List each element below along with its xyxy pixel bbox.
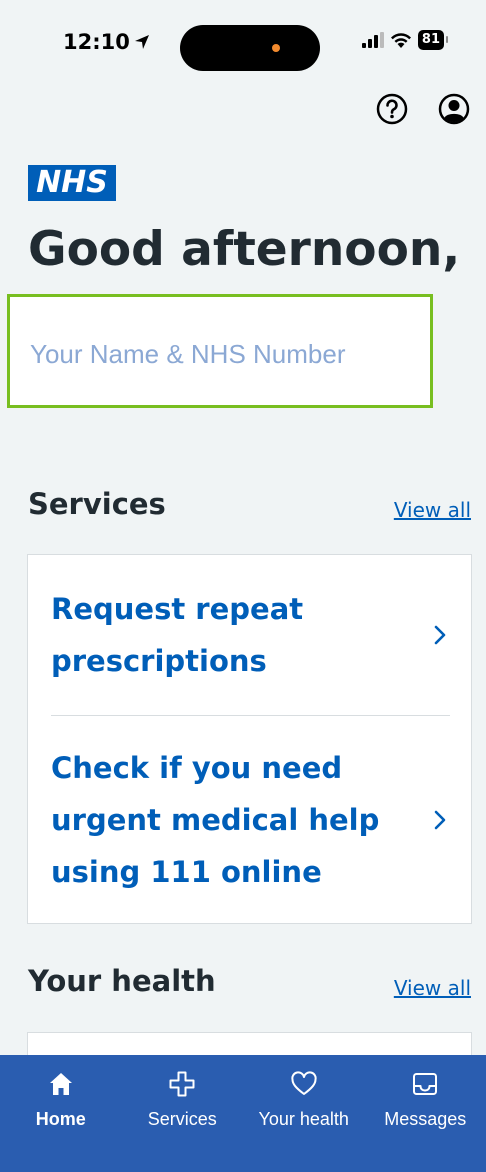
cellular-signal-icon [361,32,384,48]
service-item-label: Check if you need urgent medical help us… [51,751,380,889]
nav-home-label: Home [35,1109,86,1129]
name-highlight-box: Your Name & NHS Number [7,294,433,408]
services-card: Request repeat prescriptions Check if yo… [27,554,472,924]
plus-cross-icon [169,1071,195,1097]
account-icon[interactable] [438,93,470,125]
nav-messages[interactable]: Messages [365,1055,486,1172]
chevron-right-icon [434,810,446,830]
status-indicators: 81 [361,30,449,50]
nav-services[interactable]: Services [122,1055,244,1172]
services-heading: Services [28,487,166,521]
inbox-icon [413,1073,438,1095]
dynamic-island [180,25,320,71]
services-view-all-link[interactable]: View all [394,498,471,522]
help-icon[interactable] [376,93,408,125]
camera-indicator [272,44,280,52]
battery-indicator: 81 [417,30,449,50]
nav-home[interactable]: Home [0,1055,122,1172]
heart-icon [291,1071,317,1095]
home-icon [49,1073,72,1095]
location-arrow-icon [134,35,149,49]
nhs-logo: NHS [28,165,116,201]
nav-your-health[interactable]: Your health [243,1055,365,1172]
user-name-nhs-number: Your Name & NHS Number [30,339,346,369]
service-item-label: Request repeat prescriptions [51,592,304,678]
wifi-icon [390,32,411,48]
bottom-navigation: Home Services Your health Messages [0,1055,486,1172]
chevron-right-icon [434,625,446,645]
nav-services-label: Services [147,1109,217,1129]
status-time: 12:10 [63,30,150,54]
nav-messages-label: Messages [384,1109,467,1129]
top-actions [376,93,470,125]
greeting-heading: Good afternoon, [28,222,461,277]
service-item-111-online[interactable]: Check if you need urgent medical help us… [28,716,471,924]
service-item-repeat-prescriptions[interactable]: Request repeat prescriptions [28,555,471,715]
your-health-view-all-link[interactable]: View all [394,976,471,1000]
nav-your-health-label: Your health [258,1109,349,1129]
your-health-heading: Your health [28,964,216,998]
status-bar: 12:10 81 [0,0,486,90]
status-time-text: 12:10 [63,30,130,54]
